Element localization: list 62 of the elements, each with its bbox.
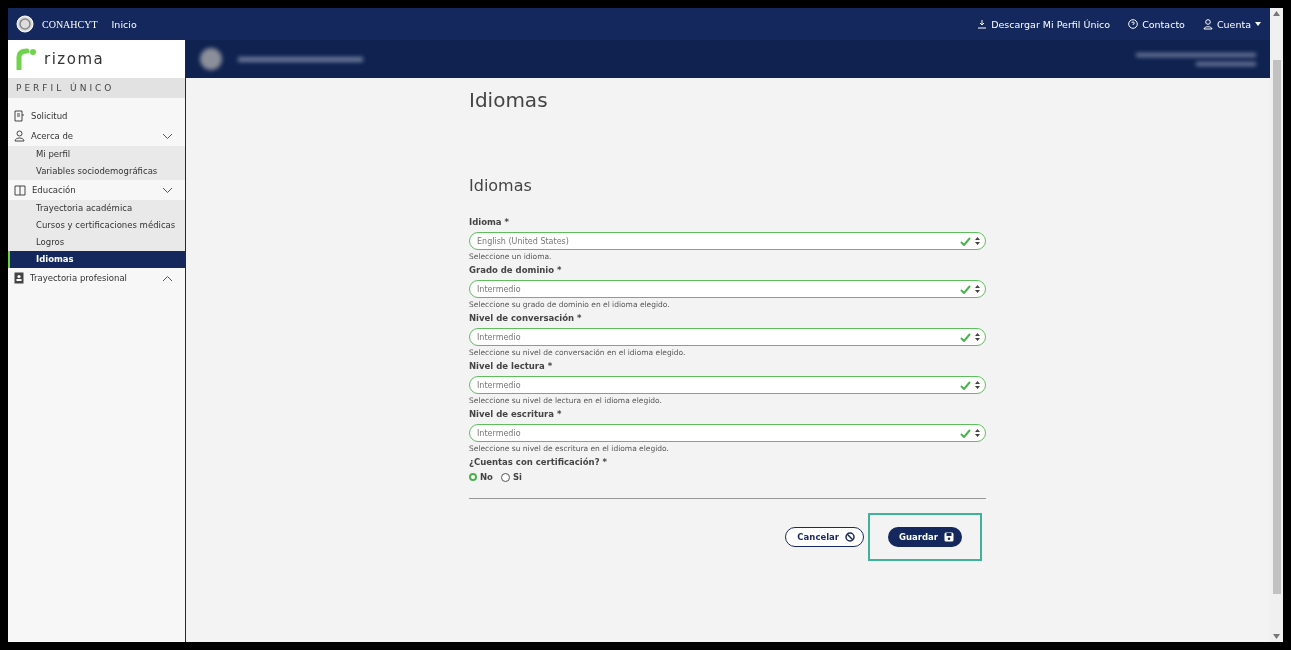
- book-icon: [14, 184, 26, 196]
- id-badge-icon: [14, 272, 24, 284]
- download-icon: [977, 19, 988, 29]
- sidebar-item[interactable]: Acerca de: [8, 126, 185, 146]
- avatar: [200, 48, 222, 70]
- radio-label: No: [480, 472, 493, 482]
- sidebar-subitem[interactable]: Mi perfil: [8, 146, 185, 163]
- check-icon: [960, 284, 971, 294]
- user-icon: [14, 130, 25, 142]
- check-icon: [960, 236, 971, 246]
- field-label: Nivel de conversación *: [469, 313, 583, 323]
- field-label: Idioma *: [469, 217, 510, 227]
- radio-label: Si: [512, 472, 522, 482]
- user-icon: [1202, 18, 1213, 30]
- save-button[interactable]: Guardar: [888, 527, 962, 547]
- prohibited-icon: [845, 532, 856, 542]
- section-title: Idiomas: [469, 176, 533, 195]
- check-icon: [960, 332, 971, 342]
- check-icon: [960, 380, 971, 390]
- sidebar-subitem[interactable]: Idiomas: [8, 251, 185, 268]
- select-field[interactable]: Intermedio: [469, 376, 986, 394]
- seal-logo-icon: [16, 15, 34, 33]
- sidebar-subitem[interactable]: Cursos y certificaciones médicas: [8, 217, 185, 234]
- field-label: ¿Cuentas con certificación? *: [469, 457, 608, 467]
- sort-arrows-icon: [975, 285, 980, 293]
- brand-name: rizoma: [44, 50, 105, 68]
- select-field[interactable]: English (United States): [469, 232, 986, 250]
- sort-arrows-icon: [975, 333, 980, 341]
- scrollbar[interactable]: [1270, 8, 1283, 642]
- sidebar-item[interactable]: Educación: [8, 180, 185, 200]
- sort-arrows-icon: [975, 381, 980, 389]
- select-field[interactable]: Intermedio: [469, 280, 986, 298]
- topbar-link[interactable]: Contacto: [1128, 18, 1185, 30]
- blurred-detail: [1196, 61, 1256, 66]
- sidebar-item[interactable]: Trayectoria profesional: [8, 268, 185, 288]
- sort-arrows-icon: [975, 429, 980, 437]
- brand-logo-icon: [16, 48, 38, 70]
- field-label: Grado de dominio *: [469, 265, 563, 275]
- sidebar-subitem[interactable]: Variables sociodemográficas: [8, 163, 185, 180]
- sidebar-subitem[interactable]: Logros: [8, 234, 185, 251]
- select-field[interactable]: Intermedio: [469, 424, 986, 442]
- field-label: Nivel de escritura *: [469, 409, 563, 419]
- select-field[interactable]: Intermedio: [469, 328, 986, 346]
- cancel-button[interactable]: Cancelar: [785, 527, 865, 547]
- sort-arrows-icon: [975, 237, 980, 245]
- sidebar-subitem[interactable]: Trayectoria académica: [8, 200, 185, 217]
- scroll-thumb[interactable]: [1272, 60, 1281, 594]
- scroll-down-icon[interactable]: [1273, 634, 1280, 639]
- help-icon: [1128, 19, 1139, 29]
- radio-option[interactable]: Si: [500, 472, 522, 482]
- home-link[interactable]: Inicio: [111, 18, 137, 30]
- topbar-link[interactable]: Cuenta: [1202, 18, 1261, 30]
- document-icon: [14, 110, 25, 122]
- sidebar-item[interactable]: Solicitud: [8, 106, 185, 126]
- radio-option[interactable]: No: [469, 472, 493, 482]
- field-label: Nivel de lectura *: [469, 361, 554, 371]
- check-icon: [960, 428, 971, 438]
- section-heading: PERFIL ÚNICO: [8, 78, 185, 98]
- page-title: Idiomas: [469, 88, 549, 112]
- topbar-link[interactable]: Descargar Mi Perfil Único: [977, 18, 1111, 30]
- scroll-up-icon[interactable]: [1273, 11, 1280, 16]
- logo-text: CONAHCYT: [42, 18, 98, 30]
